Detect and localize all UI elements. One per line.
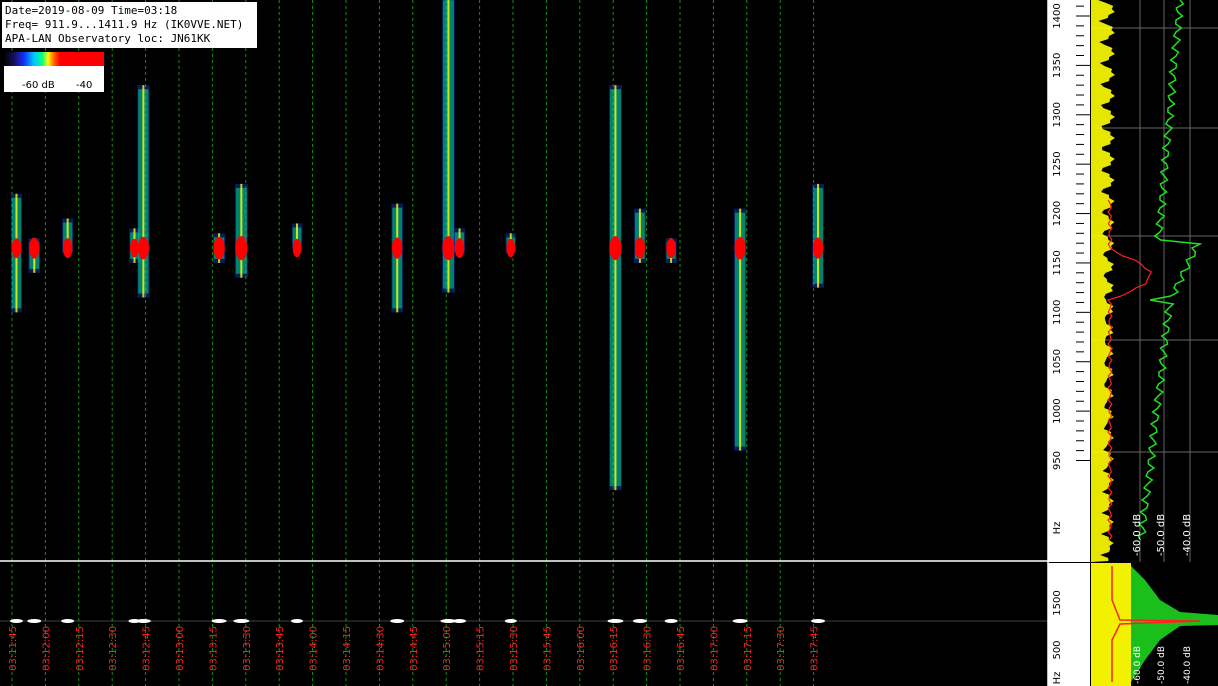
station-info-box: Date=2019-08-09 Time=03:18 Freq= 911.9..… [2,2,257,48]
time-tick-label: 03:17:45 [810,626,821,671]
time-tick-label: 03:13:45 [275,626,286,671]
time-tick-label: 03:16:30 [643,626,654,671]
time-tick-label: 03:13:00 [175,626,186,671]
colorbar-gradient [4,52,104,66]
freq-low-tick-label: 500 [1052,640,1063,659]
time-tick-label: 03:15:30 [509,626,520,671]
signal-event [812,183,824,288]
time-tick-label: 03:13:15 [208,626,219,671]
low-band-blip [811,619,826,623]
freq-tick-label: 1100 [1052,300,1063,325]
time-tick-label: 03:16:00 [576,626,587,671]
time-tick-label: 03:15:45 [542,626,553,671]
low-band-blip [664,619,678,623]
time-tick-label: 03:16:45 [676,626,687,671]
time-tick-label: 03:12:30 [108,626,119,671]
low-band-blip [390,619,405,623]
time-tick-label: 03:14:00 [309,626,320,671]
time-tick-label: 03:15:15 [476,626,487,671]
spectrum-db-label: -50.0 dB [1156,514,1167,556]
freq-tick-label: 1250 [1052,151,1063,176]
spectrum-low-db-label: -50.0 dB [1157,646,1167,684]
time-tick-label: 03:12:00 [41,626,52,671]
signal-event [234,183,248,278]
time-tick-label: 03:14:45 [409,626,420,671]
info-location-line: APA-LAN Observatory loc: JN61KK [5,32,211,45]
signal-event [212,233,226,263]
time-tick-label: 03:16:15 [609,626,620,671]
time-tick-label: 03:13:30 [242,626,253,671]
freq-tick-label: Hz [1052,522,1063,535]
time-tick-label: 03:17:30 [776,626,787,671]
freq-tick-label: 1350 [1052,53,1063,78]
signal-event [10,193,23,313]
low-band-blip [607,619,624,623]
spectrum-db-label: -60.0 dB [1132,514,1143,556]
signal-event [441,0,455,293]
freq-tick-label: 1050 [1052,349,1063,374]
spectrum-db-label: -40.0 dB [1182,514,1193,556]
low-band-blip [504,619,517,623]
low-band-blip [61,619,75,623]
low-band-blip [291,619,304,623]
time-tick-label: 03:11:45 [8,626,19,671]
freq-low-tick-label: Hz [1052,672,1063,685]
freq-axis-panel [1048,0,1090,562]
freq-low-tick-label: 1500 [1052,590,1063,615]
low-band-blip [453,619,467,623]
signal-event [28,237,41,273]
signal-event [453,228,466,259]
colorbar-label-left: -60 dB [22,80,55,91]
signal-event [634,208,646,263]
freq-tick-label: 1150 [1052,250,1063,275]
info-date-line: Date=2019-08-09 Time=03:18 [5,4,178,17]
freq-tick-label: 1400 [1052,3,1063,28]
freq-tick-label: 1200 [1052,201,1063,226]
spectrum-low-db-label: -40.0 dB [1183,646,1193,684]
colorbar: -60 dB -40 [4,52,104,92]
spectrum-low-panel: -60.0 dB -50.0 dB -40.0 dB [1091,563,1218,686]
freq-tick-label: 1300 [1052,102,1063,127]
time-tick-label: 03:14:15 [342,626,353,671]
signal-event [665,238,677,263]
freq-axis-low-panel [1048,563,1090,686]
low-band-blip [135,619,151,623]
spectrum-panel: -60.0 dB -50.0 dB -40.0 dB [1091,0,1218,562]
time-tick-label: 03:17:00 [709,626,720,671]
time-tick-label: 03:14:30 [375,626,386,671]
time-tick-label: 03:12:45 [142,626,153,671]
low-band-blip [233,619,250,623]
freq-tick-label: 1000 [1052,398,1063,423]
time-tick-label: 03:17:15 [743,626,754,671]
info-freq-line: Freq= 911.9...1411.9 Hz (IK0VVE.NET) [5,18,244,31]
low-band-blip [732,619,748,623]
low-band-blip [9,619,23,623]
time-tick-label: 03:12:15 [75,626,86,671]
signal-event [608,85,622,491]
signal-event [137,85,150,298]
signal-event [391,203,404,313]
time-tick-label: 03:15:00 [442,626,453,671]
spectrogram-display: 03:11:45 03:12:00 03:12:15 03:12:30 03:12:45… [0,0,1218,686]
spectrum-low-db-label: -60.0 dB [1133,646,1143,684]
low-band-blip [632,619,647,623]
low-band-blip [211,619,227,623]
signal-event [291,223,303,258]
signal-event [62,218,74,259]
signal-event [733,208,747,451]
colorbar-label-right: -40 [76,80,93,91]
freq-tick-label: 950 [1052,451,1063,470]
low-band-blip [27,619,42,623]
